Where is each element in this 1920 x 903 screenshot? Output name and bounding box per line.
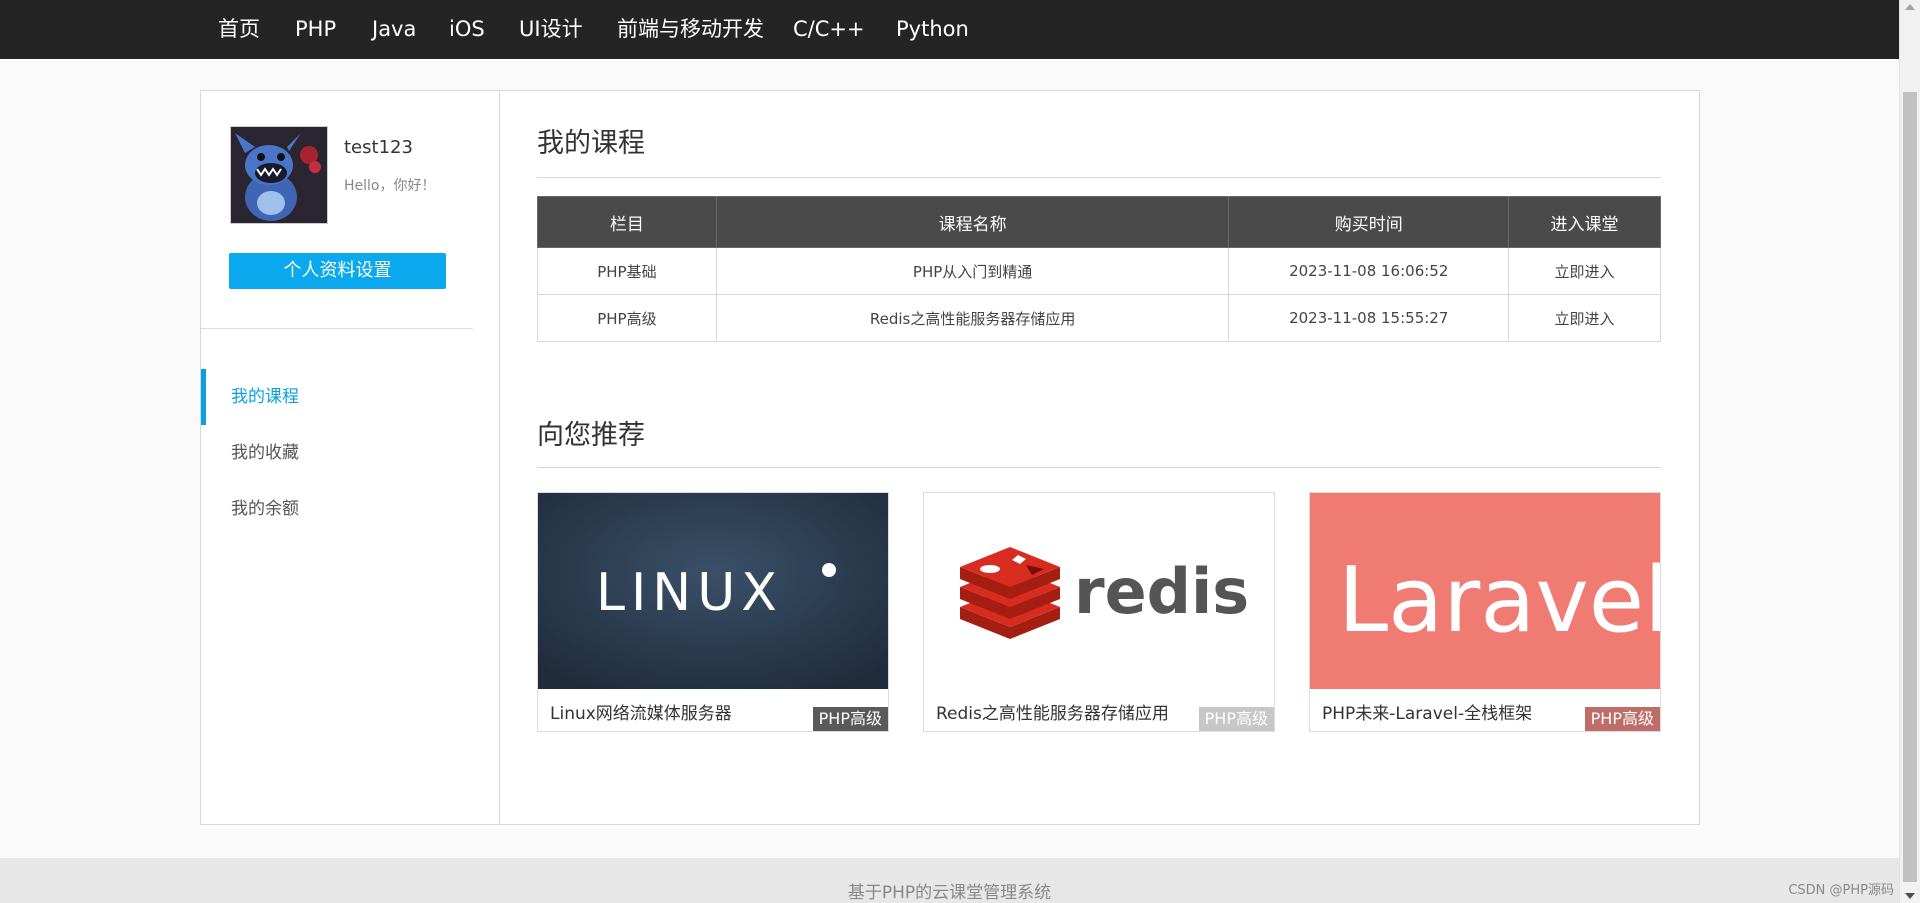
level-badge: PHP高级 (1198, 707, 1274, 731)
cell-category: PHP高级 (537, 294, 717, 342)
cell-course-name: Redis之高性能服务器存储应用 (715, 294, 1230, 342)
column-header-course-name: 课程名称 (715, 196, 1230, 248)
table-header-row: 栏目 课程名称 购买时间 进入课堂 (537, 196, 1661, 248)
cell-purchase-time: 2023-11-08 15:55:27 (1228, 294, 1510, 342)
svg-text:LINUX: LINUX (596, 563, 783, 623)
column-header-category: 栏目 (537, 196, 717, 248)
table-row: PHP基础 PHP从入门到精通 2023-11-08 16:06:52 立即进入 (537, 247, 1661, 295)
column-header-enter-class: 进入课堂 (1508, 196, 1661, 248)
scroll-up-arrow-icon[interactable] (1905, 4, 1915, 10)
course-thumbnail: LINUX (538, 493, 888, 689)
greeting-text: Hello，你好！ (344, 178, 436, 194)
profile-settings-button[interactable]: 个人资料设置 (229, 253, 446, 289)
sidebar-item-my-courses[interactable]: 我的课程 (201, 369, 498, 425)
top-navbar: 首页 PHP Java iOS UI设计 前端与移动开发 C/C++ Pytho… (0, 0, 1899, 59)
course-card-linux[interactable]: LINUX PHP高级 Linux网络流媒体服务器 (537, 492, 889, 732)
cell-course-name: PHP从入门到精通 (715, 247, 1230, 295)
scroll-down-arrow-icon[interactable] (1905, 893, 1915, 899)
section-title-my-courses: 我的课程 (537, 128, 645, 159)
laravel-logo-icon: Laravel (1310, 493, 1660, 689)
column-header-purchase-time: 购买时间 (1228, 196, 1510, 248)
cell-category: PHP基础 (537, 247, 717, 295)
table-row: PHP高级 Redis之高性能服务器存储应用 2023-11-08 15:55:… (537, 294, 1661, 342)
content-panel: test123 Hello，你好！ 个人资料设置 我的课程 我的收藏 我的余额 … (200, 90, 1700, 825)
svg-text:redis: redis (1074, 555, 1249, 628)
course-card-title: Redis之高性能服务器存储应用 (936, 704, 1169, 724)
sidebar-divider (201, 328, 473, 329)
nav-item-php[interactable]: PHP (295, 0, 336, 59)
course-thumbnail: Laravel (1310, 493, 1660, 689)
sidebar-item-my-favorites[interactable]: 我的收藏 (201, 425, 498, 481)
sidebar-item-my-balance[interactable]: 我的余额 (201, 481, 498, 537)
scrollbar-thumb[interactable] (1903, 92, 1917, 882)
section-title-recommend: 向您推荐 (537, 420, 645, 451)
footer: 基于PHP的云课堂管理系统 (0, 858, 1899, 903)
level-badge: PHP高级 (1584, 707, 1660, 731)
course-card-title: Linux网络流媒体服务器 (550, 704, 732, 724)
course-card-laravel[interactable]: Laravel PHP高级 PHP未来-Laravel-全栈框架 (1309, 492, 1661, 732)
cell-purchase-time: 2023-11-08 16:06:52 (1228, 247, 1510, 295)
nav-item-ios[interactable]: iOS (449, 0, 485, 59)
avatar-image (231, 127, 327, 223)
enter-now-link[interactable]: 立即进入 (1508, 247, 1661, 295)
vertical-scrollbar[interactable] (1899, 0, 1920, 903)
nav-item-python[interactable]: Python (896, 0, 969, 59)
linux-logo-icon: LINUX (538, 493, 888, 689)
enter-now-link[interactable]: 立即进入 (1508, 294, 1661, 342)
nav-item-frontend-mobile[interactable]: 前端与移动开发 (617, 0, 764, 59)
user-sidebar: test123 Hello，你好！ 个人资料设置 我的课程 我的收藏 我的余额 (201, 91, 500, 824)
redis-logo-icon: redis (960, 547, 1249, 639)
level-badge: PHP高级 (812, 707, 888, 731)
course-thumbnail: redis (924, 493, 1274, 689)
course-card-title: PHP未来-Laravel-全栈框架 (1322, 704, 1533, 724)
username: test123 (344, 137, 413, 158)
courses-table: 栏目 课程名称 购买时间 进入课堂 PHP基础 PHP从入门到精通 2023-1… (537, 196, 1661, 342)
avatar[interactable] (230, 126, 328, 224)
nav-item-c-cpp[interactable]: C/C++ (793, 0, 865, 59)
nav-item-ui-design[interactable]: UI设计 (519, 0, 583, 59)
footer-text: 基于PHP的云课堂管理系统 (847, 883, 1052, 903)
nav-item-java[interactable]: Java (372, 0, 416, 59)
course-card-redis[interactable]: redis PHP高级 Redis之高性能服务器存储应用 (923, 492, 1275, 732)
section-divider (537, 467, 1661, 468)
svg-text:Laravel: Laravel (1338, 548, 1660, 653)
nav-item-home[interactable]: 首页 (218, 0, 260, 59)
section-divider (537, 177, 1661, 178)
watermark: CSDN @PHP源码 (1788, 883, 1894, 898)
